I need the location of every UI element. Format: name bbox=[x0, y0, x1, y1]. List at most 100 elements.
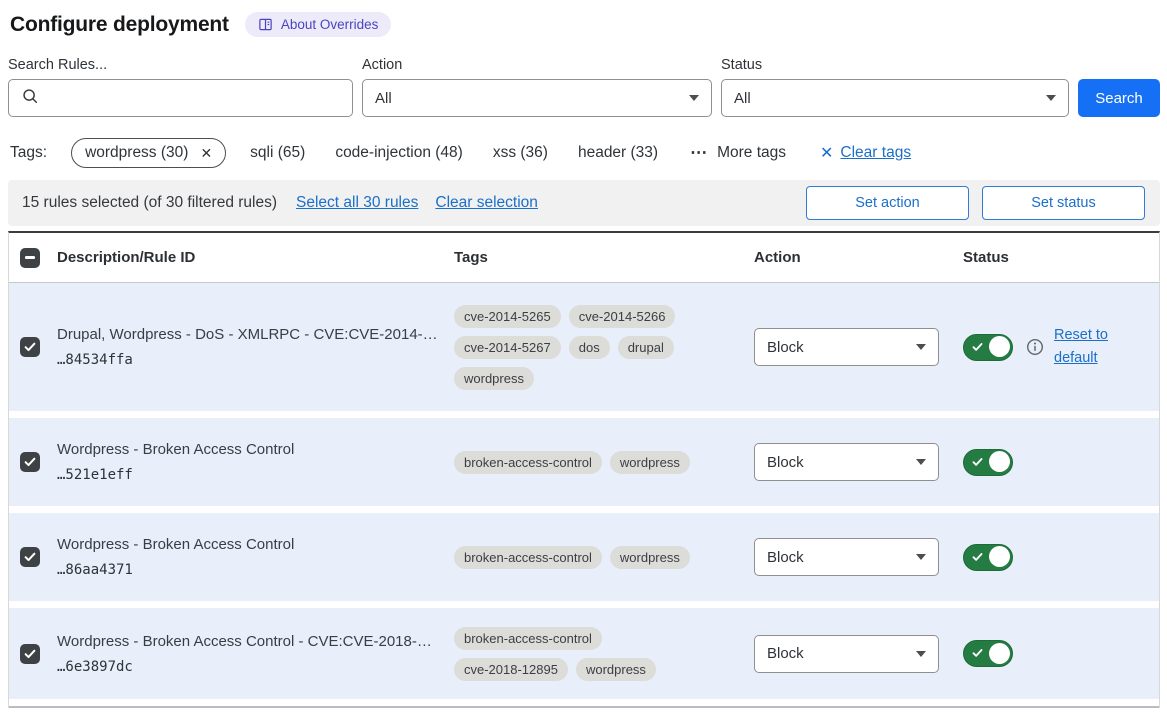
tag-pill: dos bbox=[569, 336, 610, 359]
rule-tags: cve-2014-5265cve-2014-5266cve-2014-5267d… bbox=[454, 305, 716, 390]
rules-table-body: Drupal, Wordpress - DoS - XMLRPC - CVE:C… bbox=[9, 283, 1159, 699]
chevron-down-icon bbox=[916, 344, 926, 350]
clear-tags-label: Clear tags bbox=[840, 144, 911, 162]
rule-description: Wordpress - Broken Access Control bbox=[57, 536, 446, 553]
set-status-button[interactable]: Set status bbox=[982, 186, 1145, 220]
tag-pill: drupal bbox=[618, 336, 674, 359]
search-input-box bbox=[8, 79, 353, 117]
close-icon: ✕ bbox=[820, 143, 833, 163]
tag-pill: wordpress bbox=[576, 658, 656, 681]
action-select-value: Block bbox=[767, 549, 804, 566]
column-header-status: Status bbox=[951, 249, 1159, 266]
check-icon bbox=[24, 342, 36, 352]
table-row: Wordpress - Broken Access Control …521e1… bbox=[9, 418, 1159, 506]
search-input[interactable] bbox=[47, 90, 340, 107]
tag-pill: wordpress bbox=[610, 451, 690, 474]
rule-description: Wordpress - Broken Access Control - CVE:… bbox=[57, 633, 446, 650]
row-checkbox[interactable] bbox=[20, 452, 40, 472]
indeterminate-icon bbox=[25, 256, 35, 259]
tag-filter[interactable]: code-injection (48) bbox=[335, 144, 463, 162]
toggle-knob bbox=[989, 546, 1010, 567]
set-action-button[interactable]: Set action bbox=[806, 186, 969, 220]
tag-pill: cve-2014-5267 bbox=[454, 336, 561, 359]
action-select[interactable]: Block bbox=[754, 538, 939, 576]
tag-filter[interactable]: xss (36) bbox=[493, 144, 548, 162]
more-tags-button[interactable]: ⋯ More tags bbox=[690, 144, 786, 162]
action-select-value: Block bbox=[767, 339, 804, 356]
status-toggle[interactable] bbox=[963, 449, 1013, 476]
action-select[interactable]: Block bbox=[754, 443, 939, 481]
status-toggle[interactable] bbox=[963, 334, 1013, 361]
info-icon[interactable] bbox=[1026, 338, 1044, 356]
rule-tags: broken-access-controlcve-2018-12895wordp… bbox=[454, 627, 716, 681]
toggle-knob bbox=[989, 643, 1010, 664]
selected-tag-wordpress[interactable]: wordpress (30) ✕ bbox=[71, 138, 226, 168]
chevron-down-icon bbox=[916, 459, 926, 465]
selected-tag-label: wordpress (30) bbox=[85, 144, 188, 162]
action-filter-label: Action bbox=[362, 57, 712, 73]
action-select-value: Block bbox=[767, 645, 804, 662]
tag-pill: broken-access-control bbox=[454, 451, 602, 474]
remove-tag-icon[interactable]: ✕ bbox=[200, 145, 212, 162]
column-header-description: Description/Rule ID bbox=[51, 249, 446, 266]
clear-tags-link[interactable]: ✕ Clear tags bbox=[820, 143, 911, 163]
column-header-tags: Tags bbox=[446, 249, 746, 266]
table-row: Wordpress - Broken Access Control - CVE:… bbox=[9, 608, 1159, 699]
search-icon bbox=[21, 87, 39, 109]
status-filter-select[interactable]: All bbox=[721, 79, 1069, 117]
action-select-value: Block bbox=[767, 454, 804, 471]
check-icon bbox=[972, 342, 983, 352]
row-checkbox[interactable] bbox=[20, 547, 40, 567]
rule-description: Drupal, Wordpress - DoS - XMLRPC - CVE:C… bbox=[57, 326, 446, 343]
tags-label: Tags: bbox=[10, 144, 47, 162]
status-toggle[interactable] bbox=[963, 640, 1013, 667]
chevron-down-icon bbox=[916, 651, 926, 657]
chevron-down-icon bbox=[1046, 95, 1056, 101]
action-filter-select[interactable]: All bbox=[362, 79, 712, 117]
more-tags-label: More tags bbox=[717, 144, 786, 162]
tag-pill: cve-2014-5265 bbox=[454, 305, 561, 328]
check-icon bbox=[972, 457, 983, 467]
check-icon bbox=[24, 552, 36, 562]
chevron-down-icon bbox=[689, 95, 699, 101]
rule-id: …521e1eff bbox=[57, 467, 446, 483]
chevron-down-icon bbox=[916, 554, 926, 560]
status-toggle[interactable] bbox=[963, 544, 1013, 571]
table-row: Wordpress - Broken Access Control …86aa4… bbox=[9, 513, 1159, 601]
search-rules-label: Search Rules... bbox=[8, 57, 353, 73]
check-icon bbox=[972, 648, 983, 658]
table-bottom-separator bbox=[9, 706, 1159, 708]
action-select[interactable]: Block bbox=[754, 635, 939, 673]
table-row: Drupal, Wordpress - DoS - XMLRPC - CVE:C… bbox=[9, 283, 1159, 411]
select-all-checkbox[interactable] bbox=[20, 248, 40, 268]
check-icon bbox=[972, 552, 983, 562]
toggle-knob bbox=[989, 451, 1010, 472]
rule-id: …84534ffa bbox=[57, 352, 446, 368]
row-checkbox[interactable] bbox=[20, 644, 40, 664]
clear-selection-link[interactable]: Clear selection bbox=[435, 194, 538, 212]
page-title: Configure deployment bbox=[10, 13, 229, 37]
rule-tags: broken-access-control wordpress bbox=[454, 451, 716, 474]
tags-bar: Tags: wordpress (30) ✕ sqli (65) code-inj… bbox=[8, 138, 1160, 168]
search-button[interactable]: Search bbox=[1078, 79, 1160, 117]
action-select[interactable]: Block bbox=[754, 328, 939, 366]
tag-pill: cve-2018-12895 bbox=[454, 658, 568, 681]
select-all-link[interactable]: Select all 30 rules bbox=[296, 194, 418, 212]
selection-bar: 15 rules selected (of 30 filtered rules)… bbox=[8, 180, 1160, 226]
rule-id: …6e3897dc bbox=[57, 659, 446, 675]
available-tags: sqli (65) code-injection (48) xss (36) head… bbox=[250, 144, 658, 162]
tag-filter[interactable]: sqli (65) bbox=[250, 144, 305, 162]
tag-pill: broken-access-control bbox=[454, 546, 602, 569]
action-filter-value: All bbox=[375, 90, 392, 107]
row-checkbox[interactable] bbox=[20, 337, 40, 357]
selection-summary: 15 rules selected (of 30 filtered rules) bbox=[22, 194, 277, 212]
status-filter-label: Status bbox=[721, 57, 1069, 73]
page-header: Configure deployment About Overrides bbox=[10, 12, 1160, 37]
about-overrides-badge[interactable]: About Overrides bbox=[245, 12, 392, 37]
filter-bar: Search Rules... Action All Status All Se… bbox=[8, 57, 1160, 117]
reset-to-default-link[interactable]: Reset to default bbox=[1054, 324, 1120, 370]
tag-filter[interactable]: header (33) bbox=[578, 144, 658, 162]
ellipsis-icon: ⋯ bbox=[690, 148, 708, 158]
toggle-knob bbox=[989, 336, 1010, 357]
tag-pill: wordpress bbox=[454, 367, 534, 390]
